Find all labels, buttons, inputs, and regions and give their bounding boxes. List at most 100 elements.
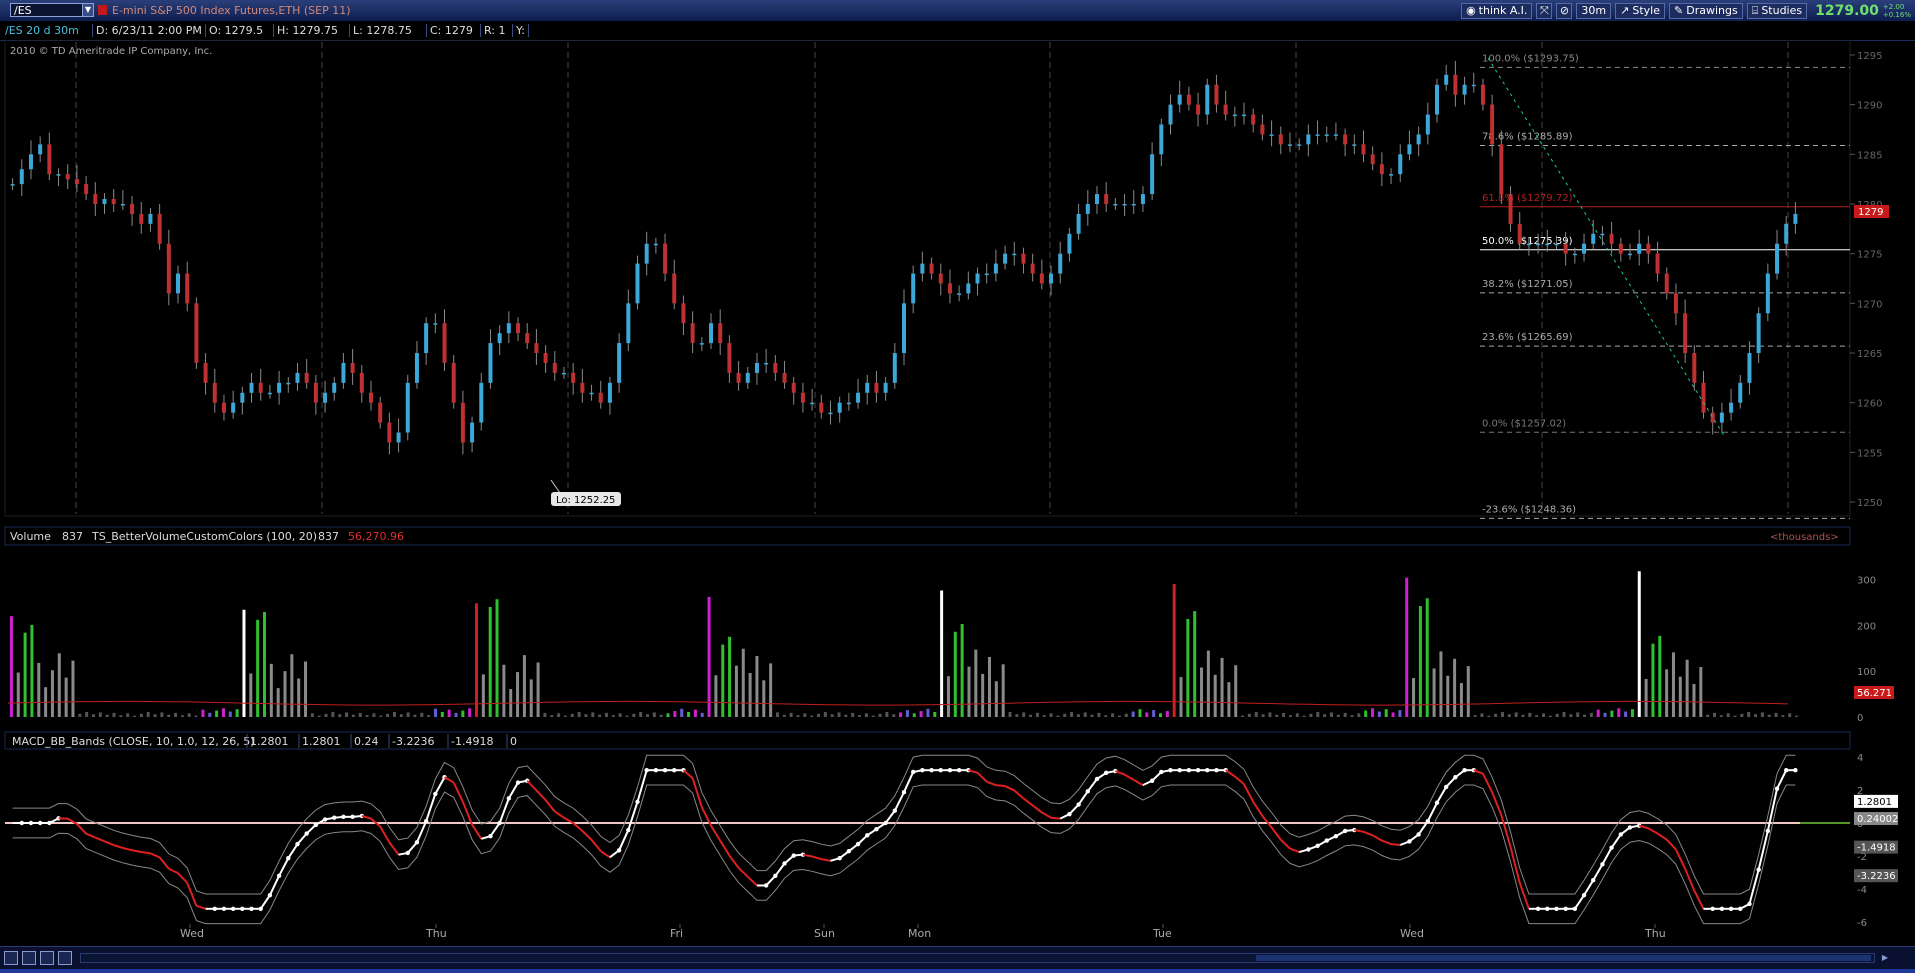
macd-segment <box>1777 770 1786 788</box>
candle-body <box>1398 154 1402 174</box>
macd-dot <box>1793 768 1797 772</box>
candle-body <box>93 194 97 204</box>
fib-label: 0.0% ($1257.02) <box>1482 418 1566 429</box>
candle-body <box>29 154 33 169</box>
volume-bar <box>1036 713 1039 717</box>
macd-segment <box>1235 776 1244 784</box>
candle-body <box>1325 134 1329 136</box>
macd-segment <box>1593 864 1602 880</box>
chart-area[interactable]: 2010 © TD Ameritrade IP Company, Inc. 10… <box>0 40 1915 946</box>
bar-info-strip: /ES 20 d 30m D: 6/23/11 2:00 PM O: 1279.… <box>0 21 1915 41</box>
symbol-dropdown-icon[interactable]: ▼ <box>82 3 94 17</box>
candle-body <box>1729 403 1733 413</box>
candle-body <box>406 383 410 433</box>
crosshair-icon[interactable] <box>22 951 36 965</box>
think-ai-button[interactable]: ◉think A.I. <box>1461 3 1532 19</box>
candle-body <box>599 393 603 403</box>
volume-bar <box>1569 714 1572 717</box>
volume-bar <box>1597 710 1600 717</box>
volume-bar <box>359 713 362 717</box>
symbol-input[interactable]: /ES <box>10 3 90 17</box>
timeframe-button[interactable]: 30m <box>1576 3 1611 19</box>
time-axis: WedThuFriSunMonTueWedThu <box>180 924 1666 940</box>
volume-bar <box>988 657 991 717</box>
volume-bar <box>338 714 341 717</box>
time-label: Thu <box>425 927 447 940</box>
volume-bar <box>352 715 355 717</box>
studies-button[interactable]: ⌸Studies <box>1747 3 1807 19</box>
drawings-button[interactable]: ✎Drawings <box>1669 3 1743 19</box>
candle-body <box>1554 244 1558 246</box>
volume-bar <box>1631 709 1634 717</box>
volume-bar <box>1371 708 1374 717</box>
volume-bar <box>119 715 122 717</box>
volume-bar <box>1138 709 1141 717</box>
macd-segment <box>1382 841 1391 845</box>
macd-tick-label: -4 <box>1857 885 1867 896</box>
chart-style-icon: ↗ <box>1620 3 1629 19</box>
scrollbar-thumb[interactable] <box>1256 955 1871 961</box>
fib-label: 38.2% ($1271.05) <box>1482 279 1573 290</box>
volume-bar <box>673 711 676 717</box>
volume-bar <box>17 673 20 717</box>
macd-segment <box>748 877 757 886</box>
price-tick-label: 1275 <box>1857 250 1882 261</box>
volume-study-value: 837 <box>318 530 339 543</box>
candle-body <box>351 363 355 373</box>
zoom-icon[interactable] <box>40 951 54 965</box>
candle-body <box>553 363 557 373</box>
candle-body <box>231 403 235 413</box>
bar-open: O: 1279.5 <box>205 24 266 37</box>
grid-layout-icon[interactable] <box>4 951 18 965</box>
volume-bar <box>37 663 40 717</box>
volume-study-name[interactable]: TS_BetterVolumeCustomColors (100, 20) <box>91 530 317 543</box>
volume-bar <box>1604 713 1607 717</box>
volume-bar <box>605 713 608 717</box>
volume-bar <box>1720 715 1723 717</box>
tool-link-icon[interactable]: ⊘ <box>1556 3 1572 19</box>
volume-bar <box>714 675 717 717</box>
volume-bar <box>1097 713 1100 717</box>
volume-bar <box>557 713 560 717</box>
volume-bar <box>1699 667 1702 717</box>
volume-bar <box>24 633 27 717</box>
volume-bar <box>331 712 334 717</box>
volume-bar <box>92 714 95 717</box>
volume-bar <box>1535 715 1538 717</box>
volume-bar <box>325 714 328 717</box>
macd-study-name[interactable]: MACD_BB_Bands (CLOSE, 10, 1.0, 12, 26, 5… <box>12 735 255 748</box>
macd-segment <box>601 851 610 857</box>
candle-body <box>810 403 814 405</box>
candle-body <box>737 373 741 383</box>
candle-body <box>838 403 842 413</box>
candle-body <box>268 393 272 395</box>
macd-segment <box>812 856 821 859</box>
style-button[interactable]: ↗Style <box>1615 3 1665 19</box>
volume-bar <box>961 624 964 717</box>
volume-bar <box>413 715 416 717</box>
time-scrollbar[interactable] <box>80 953 1875 963</box>
macd-segment <box>1023 798 1032 805</box>
volume-bar <box>393 712 396 717</box>
volume-bar <box>461 711 464 717</box>
candle-body <box>856 393 860 403</box>
bar-range: R: 1 <box>480 24 509 37</box>
volume-bar <box>646 714 649 717</box>
volume-bar <box>1262 714 1265 717</box>
volume-bar <box>995 681 998 717</box>
volume-bar <box>400 714 403 717</box>
candle-body <box>755 363 759 373</box>
fib-trendline[interactable] <box>1488 58 1725 437</box>
volume-bar <box>1583 715 1586 717</box>
candle-body <box>1545 244 1549 246</box>
drawing-tool-icon[interactable] <box>58 951 72 965</box>
candle-body <box>1316 134 1320 136</box>
candle-body <box>1104 194 1108 204</box>
scroll-right-icon[interactable]: ▶ <box>1880 953 1890 963</box>
volume-bar <box>1118 716 1121 717</box>
macd-segment <box>1088 779 1097 791</box>
macd-tags: 1.28010.24002-1.4918-3.2236 <box>1854 795 1898 882</box>
tool-pointer-icon[interactable]: ⤧ <box>1536 3 1552 19</box>
macd-segment <box>1575 895 1584 909</box>
candle-body <box>626 303 630 343</box>
